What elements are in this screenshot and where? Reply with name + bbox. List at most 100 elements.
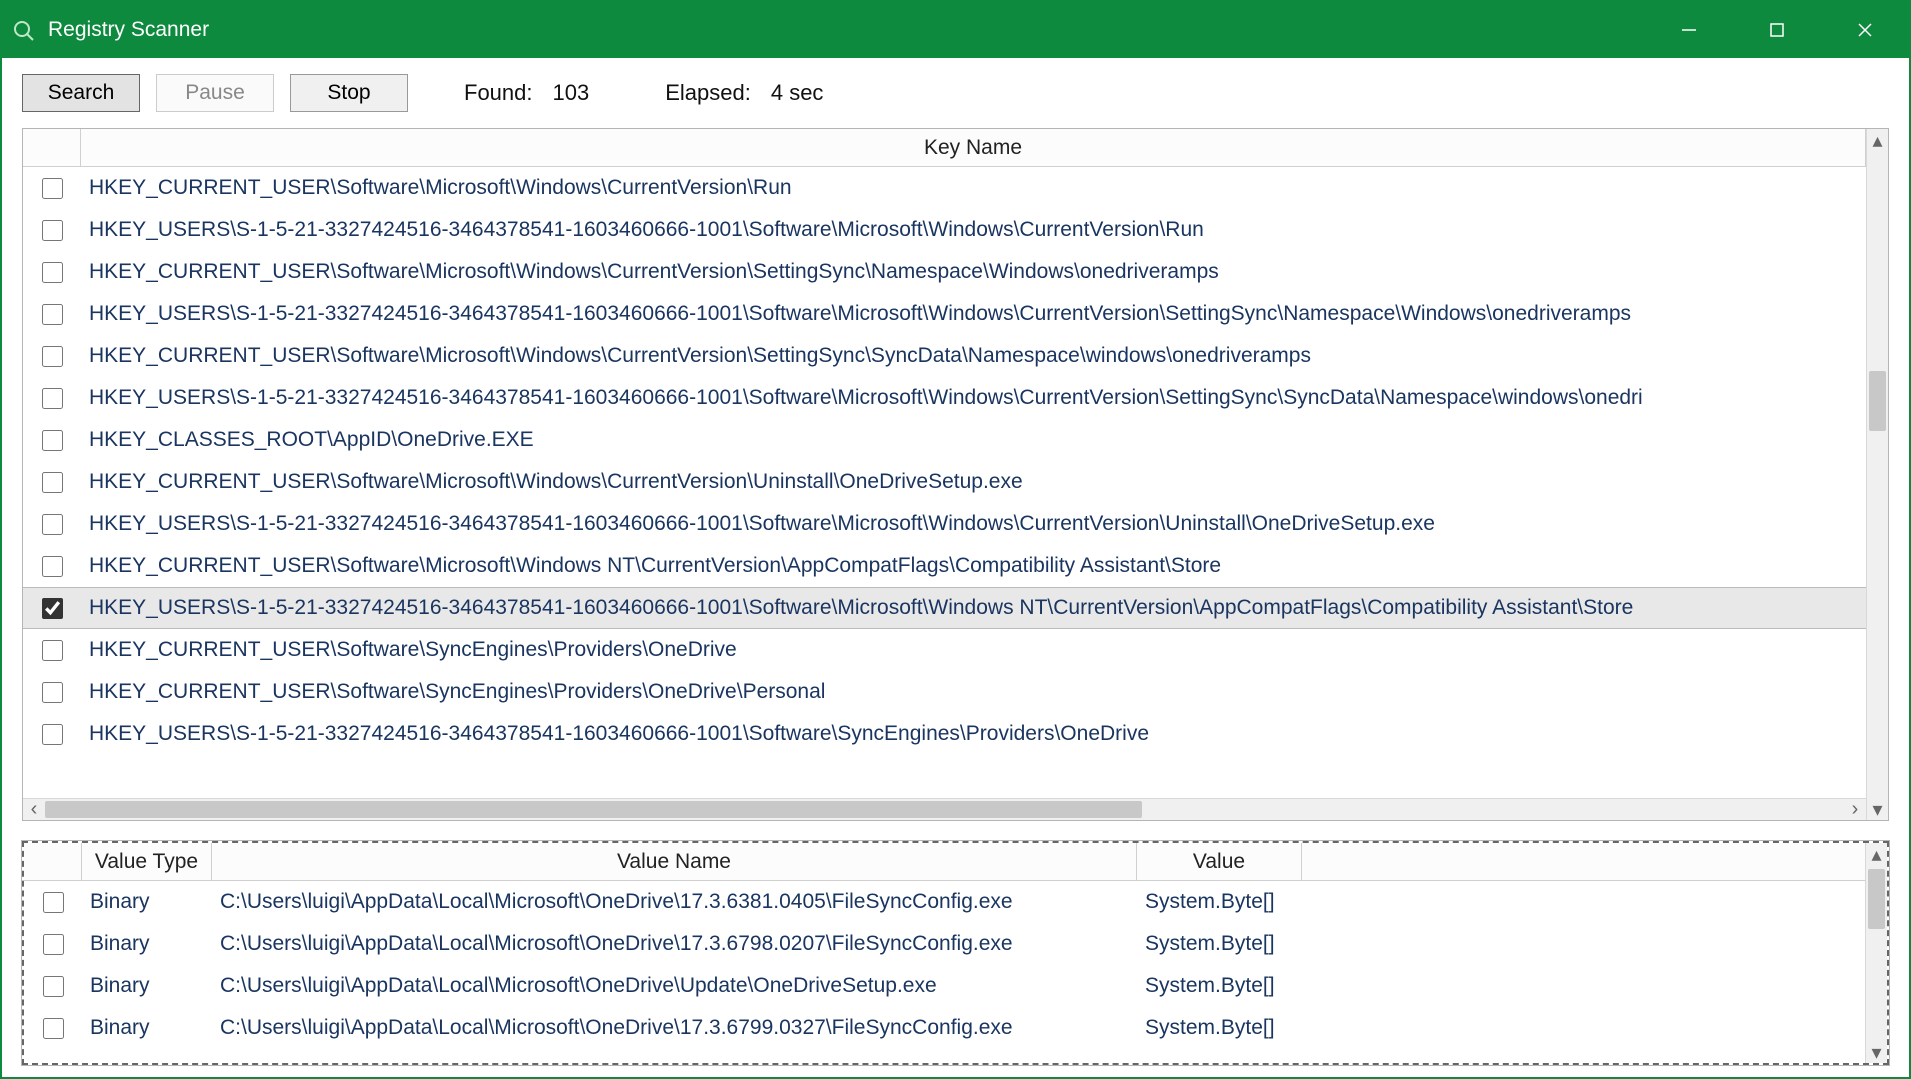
key-name-cell: HKEY_CURRENT_USER\Software\Microsoft\Win… bbox=[81, 470, 1866, 494]
key-name-cell: HKEY_CURRENT_USER\Software\SyncEngines\P… bbox=[81, 680, 1866, 704]
table-row[interactable]: BinaryC:\Users\luigi\AppData\Local\Micro… bbox=[24, 881, 1865, 923]
row-checkbox[interactable] bbox=[42, 178, 63, 199]
values-col-type[interactable]: Value Type bbox=[82, 843, 212, 880]
table-row[interactable]: BinaryC:\Users\luigi\AppData\Local\Micro… bbox=[24, 923, 1865, 965]
scroll-right-icon[interactable]: › bbox=[1844, 799, 1866, 820]
app-icon bbox=[10, 17, 36, 43]
vscroll-thumb[interactable] bbox=[1869, 371, 1886, 431]
titlebar: Registry Scanner bbox=[2, 2, 1909, 58]
stop-button[interactable]: Stop bbox=[290, 74, 408, 112]
row-checkbox[interactable] bbox=[43, 1018, 64, 1039]
table-row[interactable]: HKEY_USERS\S-1-5-21-3327424516-346437854… bbox=[23, 587, 1866, 629]
keys-panel: Key Name HKEY_CURRENT_USER\Software\Micr… bbox=[22, 128, 1889, 821]
keys-col-checkbox[interactable] bbox=[23, 129, 81, 166]
key-name-cell: HKEY_CLASSES_ROOT\AppID\OneDrive.EXE bbox=[81, 428, 1866, 452]
scroll-down-icon[interactable]: ▾ bbox=[1866, 1041, 1887, 1063]
table-row[interactable]: BinaryC:\Users\luigi\AppData\Local\Micro… bbox=[24, 965, 1865, 1007]
value-name-cell: C:\Users\luigi\AppData\Local\Microsoft\O… bbox=[212, 974, 1137, 998]
table-row[interactable]: HKEY_CLASSES_ROOT\AppID\OneDrive.EXE bbox=[23, 419, 1866, 461]
row-checkbox[interactable] bbox=[42, 304, 63, 325]
values-vscrollbar[interactable]: ▴ ▾ bbox=[1865, 843, 1887, 1063]
value-type-cell: Binary bbox=[82, 932, 212, 956]
key-name-cell: HKEY_USERS\S-1-5-21-3327424516-346437854… bbox=[81, 386, 1866, 410]
row-checkbox[interactable] bbox=[43, 934, 64, 955]
keys-col-keyname[interactable]: Key Name bbox=[81, 129, 1866, 166]
row-checkbox[interactable] bbox=[43, 892, 64, 913]
key-name-cell: HKEY_CURRENT_USER\Software\Microsoft\Win… bbox=[81, 260, 1866, 284]
key-name-cell: HKEY_CURRENT_USER\Software\Microsoft\Win… bbox=[81, 176, 1866, 200]
scroll-up-icon[interactable]: ▴ bbox=[1867, 129, 1888, 151]
value-name-cell: C:\Users\luigi\AppData\Local\Microsoft\O… bbox=[212, 890, 1137, 914]
table-row[interactable]: HKEY_USERS\S-1-5-21-3327424516-346437854… bbox=[23, 377, 1866, 419]
table-row[interactable]: HKEY_CURRENT_USER\Software\Microsoft\Win… bbox=[23, 335, 1866, 377]
elapsed-value: 4 sec bbox=[771, 80, 824, 106]
row-checkbox[interactable] bbox=[42, 556, 63, 577]
scroll-up-icon[interactable]: ▴ bbox=[1866, 843, 1887, 865]
key-name-cell: HKEY_USERS\S-1-5-21-3327424516-346437854… bbox=[81, 596, 1866, 620]
scroll-down-icon[interactable]: ▾ bbox=[1867, 798, 1888, 820]
value-value-cell: System.Byte[] bbox=[1137, 974, 1302, 998]
pause-button[interactable]: Pause bbox=[156, 74, 274, 112]
found-label: Found: bbox=[464, 80, 533, 106]
table-row[interactable]: HKEY_USERS\S-1-5-21-3327424516-346437854… bbox=[23, 293, 1866, 335]
values-panel: Value Type Value Name Value BinaryC:\Use… bbox=[22, 841, 1889, 1065]
key-name-cell: HKEY_USERS\S-1-5-21-3327424516-346437854… bbox=[81, 302, 1866, 326]
row-checkbox[interactable] bbox=[42, 262, 63, 283]
row-checkbox[interactable] bbox=[42, 388, 63, 409]
value-type-cell: Binary bbox=[82, 1016, 212, 1040]
value-type-cell: Binary bbox=[82, 890, 212, 914]
values-col-checkbox[interactable] bbox=[24, 843, 82, 880]
toolbar: Search Pause Stop Found: 103 Elapsed: 4 … bbox=[2, 58, 1909, 128]
row-checkbox[interactable] bbox=[42, 430, 63, 451]
keys-grid-body[interactable]: HKEY_CURRENT_USER\Software\Microsoft\Win… bbox=[23, 167, 1866, 798]
table-row[interactable]: BinaryC:\Users\luigi\AppData\Local\Micro… bbox=[24, 1007, 1865, 1049]
maximize-button[interactable] bbox=[1733, 2, 1821, 58]
keys-vscrollbar[interactable]: ▴ ▾ bbox=[1866, 129, 1888, 820]
row-checkbox[interactable] bbox=[42, 724, 63, 745]
window-controls bbox=[1645, 2, 1909, 58]
value-name-cell: C:\Users\luigi\AppData\Local\Microsoft\O… bbox=[212, 1016, 1137, 1040]
row-checkbox[interactable] bbox=[42, 682, 63, 703]
hscroll-thumb[interactable] bbox=[45, 801, 1142, 818]
row-checkbox[interactable] bbox=[42, 640, 63, 661]
values-col-name[interactable]: Value Name bbox=[212, 843, 1137, 880]
table-row[interactable]: HKEY_CURRENT_USER\Software\Microsoft\Win… bbox=[23, 251, 1866, 293]
vscroll-thumb[interactable] bbox=[1868, 869, 1885, 929]
row-checkbox[interactable] bbox=[42, 346, 63, 367]
row-checkbox[interactable] bbox=[43, 976, 64, 997]
value-value-cell: System.Byte[] bbox=[1137, 932, 1302, 956]
table-row[interactable]: HKEY_CURRENT_USER\Software\Microsoft\Win… bbox=[23, 167, 1866, 209]
value-value-cell: System.Byte[] bbox=[1137, 1016, 1302, 1040]
close-button[interactable] bbox=[1821, 2, 1909, 58]
values-col-value[interactable]: Value bbox=[1137, 843, 1302, 880]
value-type-cell: Binary bbox=[82, 974, 212, 998]
row-checkbox[interactable] bbox=[42, 514, 63, 535]
key-name-cell: HKEY_CURRENT_USER\Software\SyncEngines\P… bbox=[81, 638, 1866, 662]
table-row[interactable]: HKEY_USERS\S-1-5-21-3327424516-346437854… bbox=[23, 209, 1866, 251]
table-row[interactable]: HKEY_CURRENT_USER\Software\SyncEngines\P… bbox=[23, 629, 1866, 671]
app-window: Registry Scanner Search Pause Stop Found… bbox=[0, 0, 1911, 1079]
value-name-cell: C:\Users\luigi\AppData\Local\Microsoft\O… bbox=[212, 932, 1137, 956]
row-checkbox[interactable] bbox=[42, 472, 63, 493]
row-checkbox[interactable] bbox=[42, 220, 63, 241]
table-row[interactable]: HKEY_USERS\S-1-5-21-3327424516-346437854… bbox=[23, 713, 1866, 755]
table-row[interactable]: HKEY_CURRENT_USER\Software\Microsoft\Win… bbox=[23, 461, 1866, 503]
key-name-cell: HKEY_CURRENT_USER\Software\Microsoft\Win… bbox=[81, 344, 1866, 368]
value-value-cell: System.Byte[] bbox=[1137, 890, 1302, 914]
table-row[interactable]: HKEY_CURRENT_USER\Software\SyncEngines\P… bbox=[23, 671, 1866, 713]
row-checkbox[interactable] bbox=[42, 598, 63, 619]
search-button[interactable]: Search bbox=[22, 74, 140, 112]
keys-hscrollbar[interactable]: ‹ › bbox=[23, 798, 1866, 820]
table-row[interactable]: HKEY_USERS\S-1-5-21-3327424516-346437854… bbox=[23, 503, 1866, 545]
found-value: 103 bbox=[553, 80, 590, 106]
key-name-cell: HKEY_USERS\S-1-5-21-3327424516-346437854… bbox=[81, 512, 1866, 536]
keys-grid-header: Key Name bbox=[23, 129, 1866, 167]
window-title: Registry Scanner bbox=[48, 18, 1645, 42]
key-name-cell: HKEY_USERS\S-1-5-21-3327424516-346437854… bbox=[81, 722, 1866, 746]
scroll-left-icon[interactable]: ‹ bbox=[23, 799, 45, 820]
values-grid-body[interactable]: BinaryC:\Users\luigi\AppData\Local\Micro… bbox=[24, 881, 1865, 1063]
key-name-cell: HKEY_USERS\S-1-5-21-3327424516-346437854… bbox=[81, 218, 1866, 242]
table-row[interactable]: HKEY_CURRENT_USER\Software\Microsoft\Win… bbox=[23, 545, 1866, 587]
minimize-button[interactable] bbox=[1645, 2, 1733, 58]
elapsed-label: Elapsed: bbox=[665, 80, 751, 106]
